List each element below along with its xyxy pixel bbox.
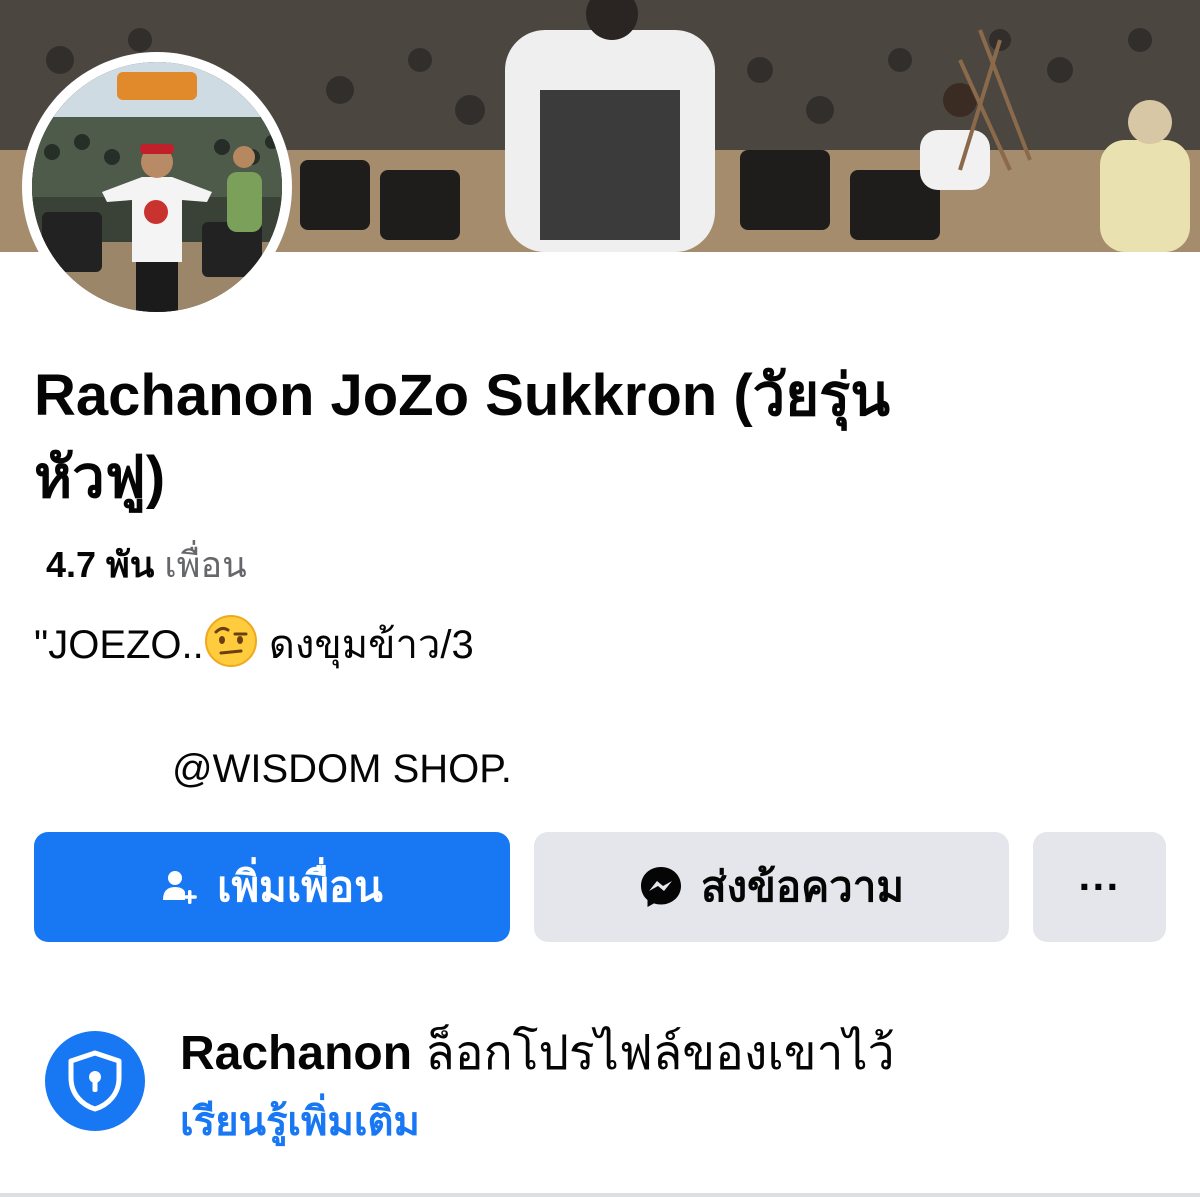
locked-profile-text: ล็อกโปรไฟล์ของเขาไว้ [412, 1027, 895, 1080]
profile-name-line2: หัวฟู) [34, 445, 166, 510]
shield-lock-icon [45, 1031, 145, 1131]
bio-prefix: "JOEZO.. [34, 623, 204, 667]
friends-count-value: 4.7 พัน [46, 544, 155, 585]
avatar-photo-image [32, 62, 282, 312]
more-options-button[interactable]: ··· [1033, 832, 1166, 942]
message-button[interactable]: ส่งข้อความ [534, 832, 1009, 942]
add-friend-icon [161, 868, 199, 906]
divider [0, 1193, 1200, 1197]
profile-page: Rachanon JoZo Sukkron (วัยรุ่น หัวฟู) 4.… [0, 0, 1200, 1197]
bio-line-1: "JOEZO.. ดงขุมข้าว/3 [34, 614, 474, 673]
bio-suffix: ดงขุมข้าว/3 [257, 623, 474, 667]
locked-profile-notice: Rachanon ล็อกโปรไฟล์ของเขาไว้ [180, 1022, 895, 1086]
profile-avatar[interactable] [22, 52, 292, 322]
friends-count-label: เพื่อน [164, 544, 247, 585]
profile-name: Rachanon JoZo Sukkron (วัยรุ่น หัวฟู) [34, 355, 1174, 519]
message-label: ส่งข้อความ [700, 863, 905, 910]
avatar-photo [32, 62, 282, 312]
more-icon: ··· [1078, 863, 1121, 910]
friends-count[interactable]: 4.7 พัน เพื่อน [46, 540, 247, 590]
profile-name-line1: Rachanon JoZo Sukkron (วัยรุ่น [34, 363, 890, 428]
messenger-icon [639, 865, 683, 909]
bio-line-2: @WISDOM SHOP. [172, 747, 512, 791]
learn-more-link[interactable]: เรียนรู้เพิ่มเติม [180, 1094, 420, 1150]
add-friend-label: เพิ่มเพื่อน [217, 863, 383, 910]
locked-profile-name: Rachanon [180, 1027, 413, 1080]
add-friend-button[interactable]: เพิ่มเพื่อน [34, 832, 510, 942]
face-with-raised-eyebrow-icon [204, 615, 257, 667]
